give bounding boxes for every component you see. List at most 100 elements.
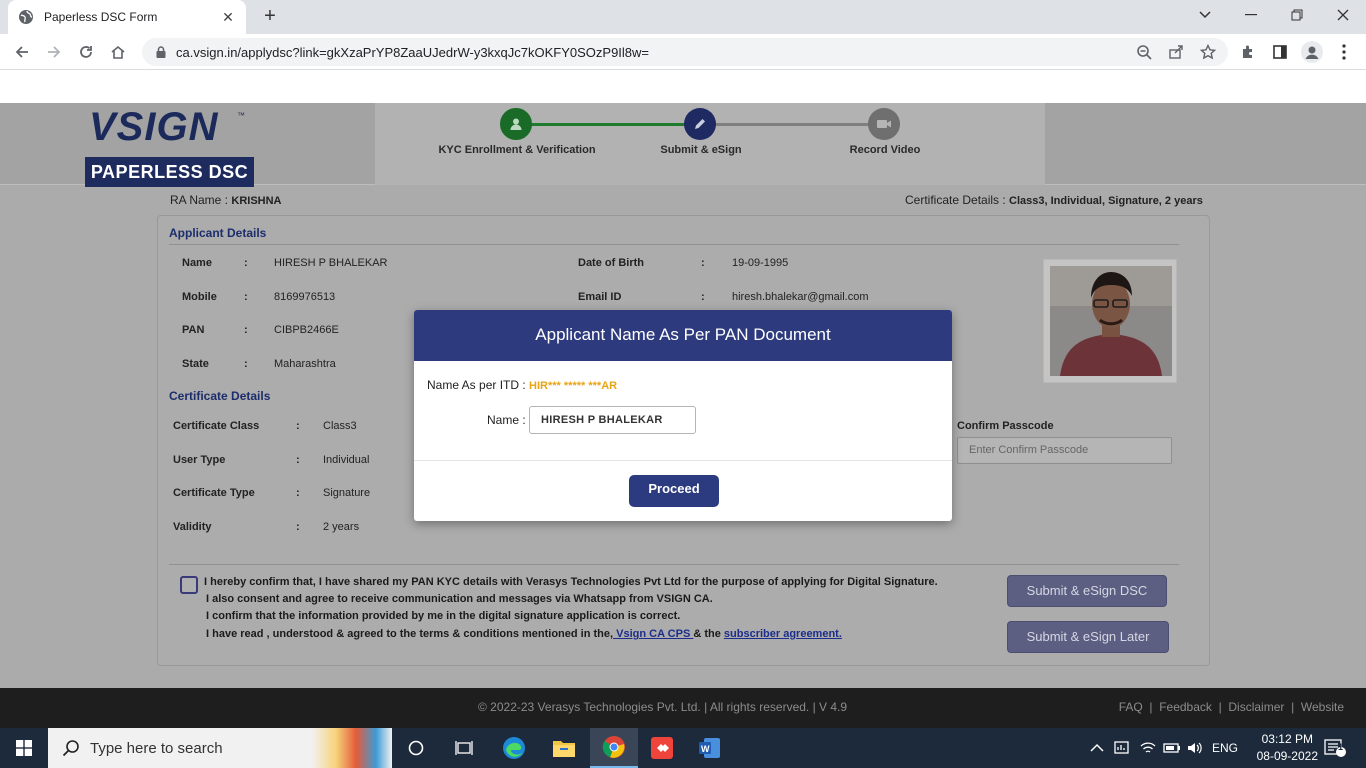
tray-chevron-icon[interactable] [1090,728,1104,768]
language-indicator[interactable]: ENG [1212,728,1238,768]
back-icon[interactable] [10,40,34,64]
taskbar-search-input[interactable]: Type here to search [48,728,392,768]
edge-icon[interactable] [490,728,538,768]
file-explorer-icon[interactable] [540,728,588,768]
submit-esign-later-button[interactable]: Submit & eSign Later [1007,621,1169,653]
applicant-photo [1050,266,1172,376]
footer-link-feedback[interactable]: Feedback [1159,700,1212,714]
modal-name-label: Name : [487,413,526,427]
subscriber-agreement-link[interactable]: subscriber agreement. [724,628,842,640]
consent-checkbox[interactable] [180,576,198,594]
user-icon [510,118,522,130]
anydesk-icon[interactable] [638,728,686,768]
consent-text-4: I have read , understood & agreed to the… [206,628,842,640]
site-header: VSIGN ™ PAPERLESS DSC KYC Enrollment & V… [0,103,1366,187]
home-icon[interactable] [106,40,130,64]
confirm-passcode-input[interactable]: Enter Confirm Passcode [957,437,1172,464]
profile-avatar-icon[interactable] [1300,40,1324,64]
browser-toolbar: ca.vsign.in/applydsc?link=gkXzaPrYP8ZaaU… [0,34,1366,70]
section-divider [169,564,1179,565]
close-tab-icon[interactable]: ✕ [220,9,236,26]
submit-esign-dsc-button[interactable]: Submit & eSign DSC [1007,575,1167,607]
cortana-icon[interactable] [392,728,440,768]
video-icon [877,120,891,128]
notification-count: 1 [1338,742,1344,752]
task-view-icon[interactable] [440,728,488,768]
footer-link-website[interactable]: Website [1301,700,1344,714]
vsign-logo[interactable]: VSIGN ™ PAPERLESS DSC [85,105,257,187]
itd-masked-name: HIR*** ***** ***AR [529,380,618,392]
step-esign [684,108,716,140]
progress-stepper: KYC Enrollment & Verification Submit & e… [375,103,1045,185]
battery-icon[interactable] [1163,728,1181,768]
minimize-icon[interactable] [1228,0,1274,30]
applicant-name: HIRESH P BHALEKAR [274,257,388,269]
new-tab-icon[interactable]: + [258,5,282,29]
volume-icon[interactable] [1187,728,1203,768]
step-video [868,108,900,140]
cert-type-label: Certificate Type [173,487,255,499]
footer-links: FAQ | Feedback | Disclaimer | Website [1118,700,1344,714]
svg-text:W: W [701,744,710,754]
mobile-label: Mobile [182,291,217,303]
consent-text-2: I also consent and agree to receive comm… [206,593,713,605]
cps-link[interactable]: Vsign CA CPS [613,628,693,640]
footer-link-disclaimer[interactable]: Disclaimer [1228,700,1284,714]
address-bar[interactable]: ca.vsign.in/applydsc?link=gkXzaPrYP8ZaaU… [142,38,1228,66]
menu-kebab-icon[interactable] [1332,40,1356,64]
tab-search-icon[interactable] [1182,0,1228,30]
consent-text-1: I hereby confirm that, I have shared my … [204,576,938,588]
restore-icon[interactable] [1274,0,1320,30]
chrome-icon[interactable] [590,728,638,768]
colon: : [701,257,705,269]
forward-icon[interactable] [42,40,66,64]
colon: : [701,291,705,303]
step-label-video: Record Video [849,144,921,156]
side-panel-icon[interactable] [1268,40,1292,64]
notifications-icon[interactable]: 1 [1324,728,1346,768]
url-text: ca.vsign.in/applydsc?link=gkXzaPrYP8ZaaU… [176,44,650,60]
close-window-icon[interactable] [1320,0,1366,30]
step-label-esign: Submit & eSign [660,144,742,156]
logo-tagline: PAPERLESS DSC [85,157,254,187]
colon: : [296,521,300,533]
browser-tab[interactable]: Paperless DSC Form ✕ [8,0,246,34]
bookmark-star-icon[interactable] [1196,40,1220,64]
colon: : [296,420,300,432]
validity-value: 2 years [323,521,360,533]
colon: : [244,257,248,269]
extensions-icon[interactable] [1236,40,1260,64]
colon: : [244,358,248,370]
modal-title: Applicant Name As Per PAN Document [414,310,952,361]
wifi-icon[interactable] [1140,728,1156,768]
zoom-icon[interactable] [1132,40,1156,64]
pan-label: PAN [182,324,205,336]
taskbar-clock[interactable]: 03:12 PM 08-09-2022 [1257,731,1318,765]
certificate-section-title: Certificate Details [169,389,271,403]
logo-wordmark: VSIGN [89,105,219,149]
lock-icon [156,46,166,58]
certificate-summary: Certificate Details : Class3, Individual… [905,193,1203,207]
applicant-email: hiresh.bhalekar@gmail.com [732,291,869,303]
user-type-label: User Type [173,454,226,466]
share-icon[interactable] [1164,40,1188,64]
cert-type-value: Signature [323,487,371,499]
colon: : [244,291,248,303]
reload-icon[interactable] [74,40,98,64]
footer-link-faq[interactable]: FAQ [1119,700,1143,714]
network-status-icon[interactable] [1114,728,1132,768]
copyright-text: © 2022-23 Verasys Technologies Pvt. Ltd.… [478,700,848,714]
step-label-kyc: KYC Enrollment & Verification [438,144,596,156]
windows-taskbar: Type here to search W ENG 03:12 PM 08-09… [0,728,1366,768]
word-icon[interactable]: W [686,728,734,768]
windows-start-icon[interactable] [0,728,48,768]
proceed-button[interactable]: Proceed [629,475,719,507]
cert-class-label: Certificate Class [173,420,260,432]
applicant-dob: 19-09-1995 [732,257,789,269]
search-highlight-art [312,728,392,768]
step-connector-pending [700,123,870,126]
step-kyc [500,108,532,140]
validity-label: Validity [173,521,212,533]
cert-class-value: Class3 [323,420,357,432]
modal-name-input[interactable]: HIRESH P BHALEKAR [529,406,696,434]
